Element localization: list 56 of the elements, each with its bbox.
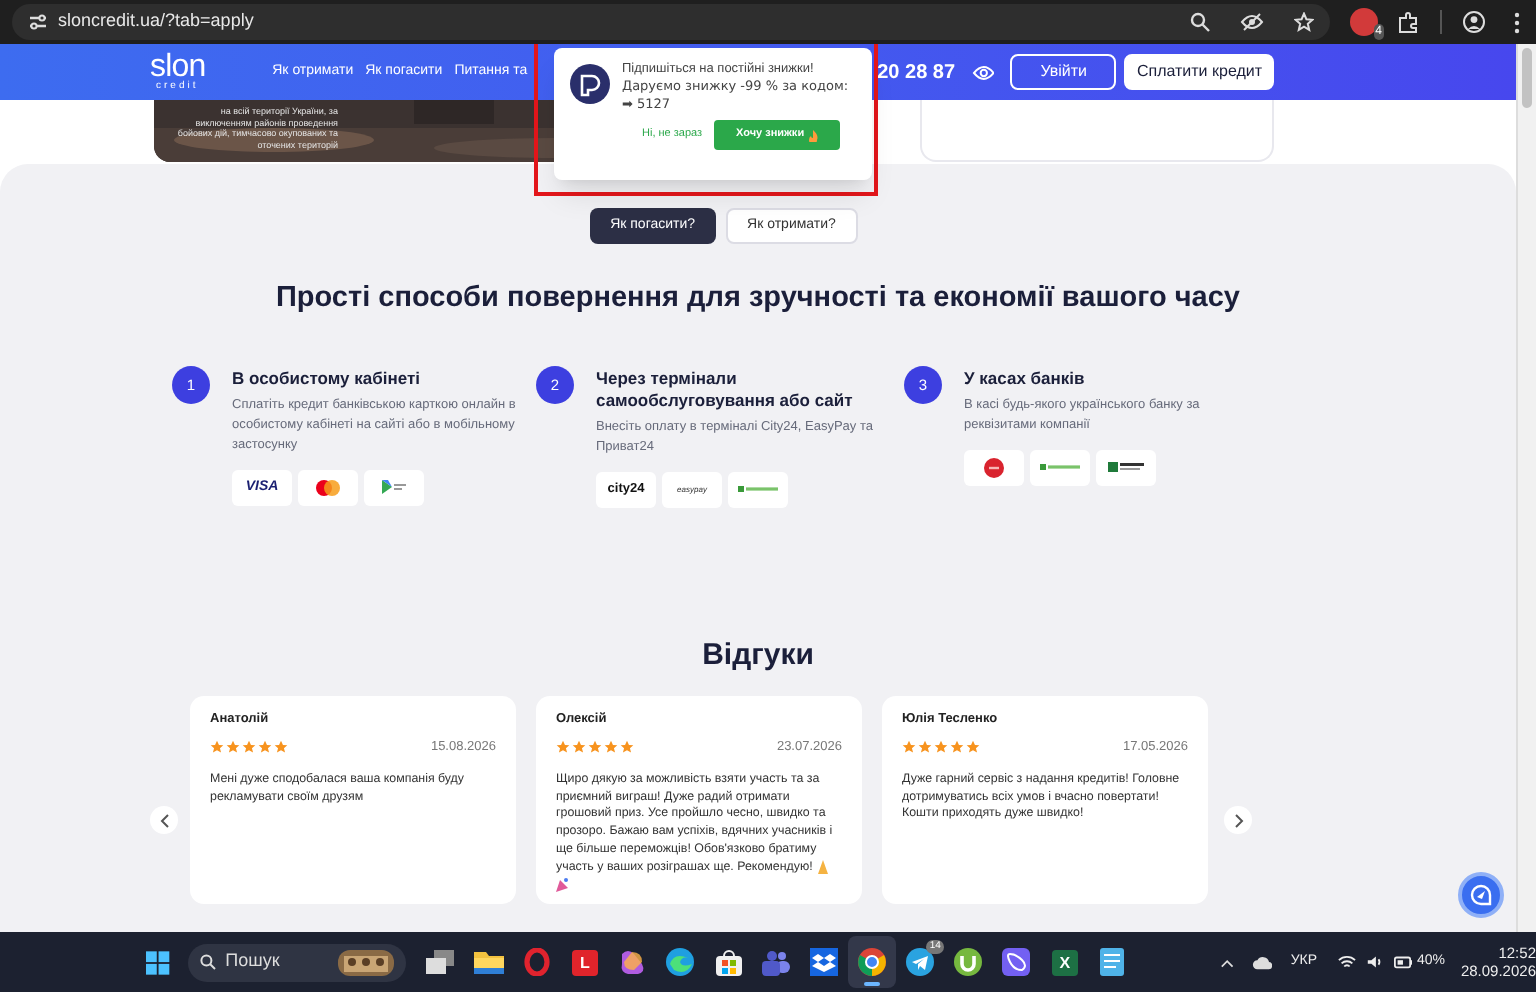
shopping-bag-icon[interactable] [715,949,742,975]
chevron-right-icon [1233,813,1243,828]
notepad-icon[interactable] [1100,948,1125,976]
tricolor-circle-icon[interactable] [858,948,887,976]
phone-number[interactable]: 20 28 87 [877,57,956,87]
square-logo-icon [1108,462,1144,473]
step-title: У касах банків [964,367,1087,390]
send-message-icon [1470,884,1492,906]
circles-logo-icon [316,479,340,496]
star-icon[interactable] [1294,12,1314,32]
wordmark-icon [738,486,778,493]
round-logo-icon [984,457,1004,478]
next-button[interactable] [1224,806,1252,835]
start-icon[interactable] [146,949,170,975]
windows-stack-icon[interactable] [426,950,455,974]
chevron-left-icon [159,813,169,828]
speaker-icon[interactable] [1365,954,1382,970]
logo-icon [570,64,610,104]
zoom-icon[interactable] [1190,12,1210,32]
wordmark-icon [1040,464,1080,471]
battery-icon[interactable] [1393,954,1413,970]
phone-bubble-icon[interactable] [1002,948,1031,976]
profile-icon[interactable] [1462,10,1486,34]
wifi-icon[interactable] [1337,954,1355,970]
search-icon [199,954,216,970]
flame-icon [808,129,819,141]
play-logo-icon [382,480,406,495]
ring-icon[interactable] [523,948,550,976]
active-indicator [864,982,881,986]
section-heading: Прості способи повернення для зручності та економії вашого часу [275,280,1240,318]
pay-button[interactable]: Сплатити кредит [1124,54,1275,90]
app-button[interactable]: X [1051,949,1078,975]
round-glyph-icon[interactable] [954,948,983,976]
cloud-icon[interactable] [1251,953,1273,971]
puzzle-icon[interactable] [1398,11,1420,33]
previous-button[interactable] [150,806,178,835]
scrollbar[interactable] [1516,44,1536,932]
search-field[interactable]: Пошук [187,943,407,981]
paper-plane-icon[interactable] [906,948,935,976]
step-title: Через термінали самообслуговування або сайт [596,367,855,412]
logo-text[interactable]: slon [150,53,206,81]
box-icon[interactable] [810,948,839,976]
site-info-icon[interactable] [28,14,48,30]
reviews-heading: Відгуки [702,635,814,676]
folder-icon[interactable] [473,950,504,974]
swirl-icon[interactable] [618,948,647,976]
eye-off-icon[interactable] [1240,12,1264,32]
chevron-up-icon[interactable] [1220,957,1236,967]
menu-icon[interactable] [1514,11,1520,33]
app-button[interactable]: L [571,949,598,975]
wave-circle-icon[interactable] [666,948,695,976]
people-icon[interactable] [762,949,791,975]
login-button[interactable]: Увійти [1010,54,1117,90]
confetti-icon [556,877,570,892]
step-title: В особистому кабінеті [232,367,422,390]
eye-icon[interactable] [971,63,995,81]
